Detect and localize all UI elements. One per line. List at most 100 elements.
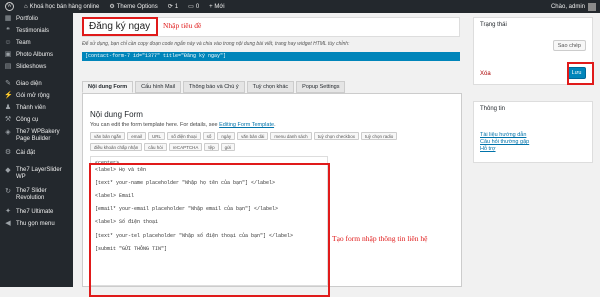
- tag-radio-button[interactable]: tuỳ chọn radio: [360, 132, 398, 140]
- title-highlight-box: [82, 17, 158, 36]
- sidebar-item-label: Giao diện: [16, 81, 42, 87]
- greeting: Chào, admin: [550, 3, 585, 10]
- sidebar-item-team[interactable]: ☺ Team: [0, 37, 73, 49]
- updates-link[interactable]: ⟳ 1: [163, 3, 183, 11]
- gear-icon: ⚙: [109, 4, 115, 10]
- docs-link[interactable]: Tài liệu hướng dẫn: [480, 132, 529, 139]
- tag-file-button[interactable]: tệp: [204, 143, 219, 151]
- tag-textarea-button[interactable]: văn bản dài: [237, 132, 269, 140]
- delete-link[interactable]: Xóa: [480, 71, 491, 77]
- sidebar-item-label: Slideshows: [16, 64, 47, 70]
- tag-text-button[interactable]: văn bản ngắn: [90, 132, 126, 140]
- form-tabs: Nội dung Form Cấu hình Mail Thông báo và…: [82, 81, 346, 93]
- tag-tel-button[interactable]: số điện thoại: [167, 132, 201, 140]
- album-icon: ▣: [4, 51, 12, 58]
- panel-desc-text: You can edit the form template here. For…: [90, 122, 220, 128]
- sidebar-item-photo-albums[interactable]: ▣ Photo Albums: [0, 49, 73, 61]
- sidebar-item-label: The7 WPBakery Page Builder: [16, 129, 60, 142]
- avatar: [588, 2, 596, 11]
- comments-count: 0: [195, 3, 200, 10]
- sidebar-item-label: Công cụ: [16, 117, 39, 123]
- panel-title: Nội dung Form: [90, 110, 143, 119]
- tag-generator-row-1: văn bản ngắn email URL số điện thoại số …: [90, 132, 398, 140]
- save-highlight-box: [567, 62, 594, 85]
- sidebar-item-label: Photo Albums: [16, 52, 54, 58]
- theme-options-label: Theme Options: [116, 3, 158, 10]
- tag-date-button[interactable]: ngày: [217, 132, 236, 140]
- theme-options-link[interactable]: ⚙ Theme Options: [104, 3, 162, 11]
- sidebar-item-ultimate[interactable]: ✦ The7 Ultimate: [0, 206, 73, 218]
- info-links: Tài liệu hướng dẫn Câu hỏi thường gặp Hỗ…: [480, 132, 529, 153]
- sidebar-item-label: Cài đặt: [16, 150, 36, 156]
- status-heading: Trạng thái: [480, 22, 507, 28]
- editing-template-link[interactable]: Editing Form Template: [219, 122, 274, 128]
- sidebar-item-label: Portfolio: [16, 16, 39, 22]
- team-icon: ☺: [4, 39, 12, 46]
- my-account-menu[interactable]: Chào, admin: [550, 2, 600, 11]
- tab-other-options[interactable]: Tuỳ chọn khác: [246, 81, 295, 93]
- sidebar-item-label: The7 Slider Revolution: [16, 188, 47, 201]
- shortcode-field[interactable]: [contact-form-7 id="1377" title="Đăng ký…: [82, 52, 460, 61]
- sidebar-item-label: Testimonials: [16, 28, 50, 34]
- sidebar-item-appearance[interactable]: ✎ Giao diện: [0, 78, 73, 90]
- new-content-link[interactable]: + Mới: [204, 4, 229, 10]
- admin-bar: W ⌂ Khoá học bán hàng online ⚙ Theme Opt…: [0, 0, 600, 13]
- tag-email-button[interactable]: email: [127, 132, 147, 140]
- sidebar-item-portfolio[interactable]: ▦ Portfolio: [0, 13, 73, 25]
- sidebar-item-layerslider[interactable]: ◆ The7 LayerSlider WP: [0, 164, 73, 185]
- settings-icon: ⚙: [4, 149, 12, 156]
- support-link[interactable]: Hỗ trợ: [480, 146, 529, 153]
- faq-link[interactable]: Câu hỏi thường gặp: [480, 139, 529, 146]
- info-heading: Thông tin: [480, 106, 506, 112]
- new-label: + Mới: [209, 3, 225, 10]
- layerslider-icon: ◆: [5, 167, 11, 174]
- sidebar-item-wpbakery[interactable]: ◈ The7 WPBakery Page Builder: [0, 126, 73, 147]
- site-name: Khoá học bán hàng online: [29, 3, 100, 10]
- users-icon: ♟: [4, 104, 12, 111]
- tab-mail-config[interactable]: Cấu hình Mail: [135, 81, 182, 93]
- collapse-menu-button[interactable]: ◀ Thu gọn menu: [0, 218, 73, 230]
- sidebar-item-slider-revolution[interactable]: ↻ The7 Slider Revolution: [0, 185, 73, 206]
- site-name-link[interactable]: ⌂ Khoá học bán hàng online: [19, 4, 104, 10]
- sidebar-item-testimonials[interactable]: ❝ Testimonials: [0, 25, 73, 37]
- tag-submit-button[interactable]: gửi: [220, 143, 236, 151]
- slideshow-icon: ▤: [4, 63, 12, 70]
- portfolio-icon: ▦: [4, 15, 12, 22]
- sidebar-item-label: Team: [16, 40, 31, 46]
- editor-highlight-box: [89, 163, 330, 297]
- tab-form-content[interactable]: Nội dung Form: [82, 81, 134, 93]
- updates-icon: ⟳: [167, 4, 173, 10]
- updates-count: 1: [174, 3, 179, 10]
- sidebar-item-settings[interactable]: ⚙ Cài đặt: [0, 147, 73, 159]
- tag-select-button[interactable]: menu danh sách: [270, 132, 312, 140]
- panel-desc-end: .: [274, 122, 276, 128]
- tag-url-button[interactable]: URL: [148, 132, 166, 140]
- tag-number-button[interactable]: số: [202, 132, 216, 140]
- tag-quiz-button[interactable]: câu hỏi: [144, 143, 167, 151]
- title-annotation: Nhập tiêu đề: [163, 21, 202, 30]
- tab-popup-settings[interactable]: Popup Settings: [296, 81, 346, 93]
- comments-link[interactable]: ▭ 0: [183, 3, 204, 11]
- sidebar-item-label: The7 LayerSlider WP: [16, 167, 62, 180]
- tab-messages[interactable]: Thông báo và Chú ý: [183, 81, 245, 93]
- sidebar-item-label: Gói mở rộng: [16, 93, 50, 99]
- tools-icon: ⚒: [4, 116, 12, 123]
- ultimate-icon: ✦: [5, 208, 11, 215]
- sidebar-item-plugins[interactable]: ⚡ Gói mở rộng: [0, 90, 73, 102]
- sidebar-item-users[interactable]: ♟ Thành viên: [0, 102, 73, 114]
- tag-acceptance-button[interactable]: điều khoản chấp nhận: [90, 143, 143, 151]
- sidebar-item-tools[interactable]: ⚒ Công cụ: [0, 114, 73, 126]
- tag-checkbox-button[interactable]: tuỳ chọn checkbox: [313, 132, 359, 140]
- duplicate-button[interactable]: Sao chép: [552, 40, 586, 51]
- tag-generator-row-2: điều khoản chấp nhận câu hỏi reCAPTCHA t…: [90, 143, 236, 151]
- appearance-icon: ✎: [5, 80, 11, 87]
- editor-annotation: Tạo form nhập thông tin liên hệ: [332, 234, 428, 243]
- wp-logo-menu[interactable]: W: [0, 2, 19, 11]
- sidebar-item-slideshows[interactable]: ▤ Slideshows: [0, 61, 73, 73]
- shortcode-help-text: Để sử dụng, bạn chỉ cần copy đoạn code n…: [82, 41, 350, 47]
- panel-description: You can edit the form template here. For…: [90, 122, 276, 128]
- testimonial-icon: ❝: [6, 27, 10, 34]
- admin-sidebar: ▦ Portfolio ❝ Testimonials ☺ Team ▣ Photo Al…: [0, 13, 73, 287]
- tag-recaptcha-button[interactable]: reCAPTCHA: [168, 143, 203, 151]
- main-content: Đăng ký ngay Nhập tiêu đề Để sử dụng, bạ…: [73, 13, 600, 297]
